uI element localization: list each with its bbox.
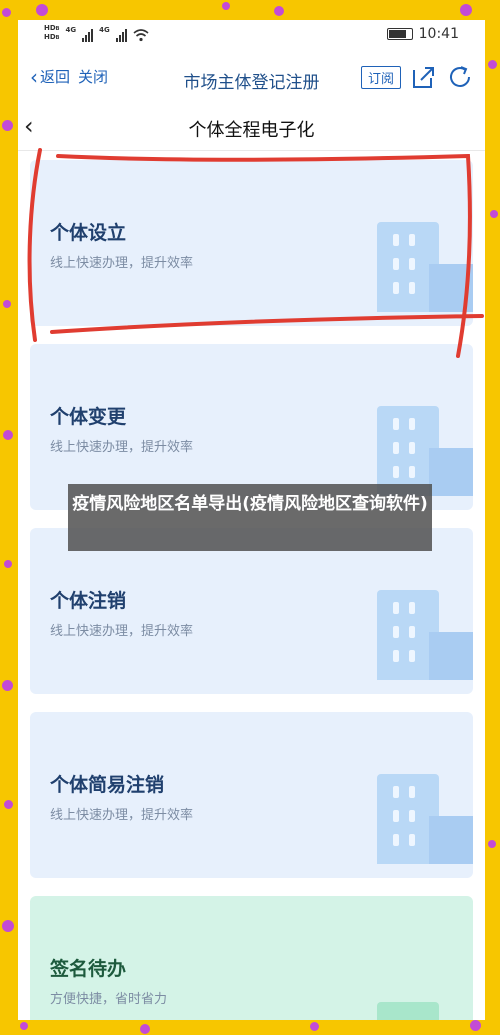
overlay-caption: 疫情风险地区名单导出(疫情风险地区查询软件): [68, 484, 432, 551]
